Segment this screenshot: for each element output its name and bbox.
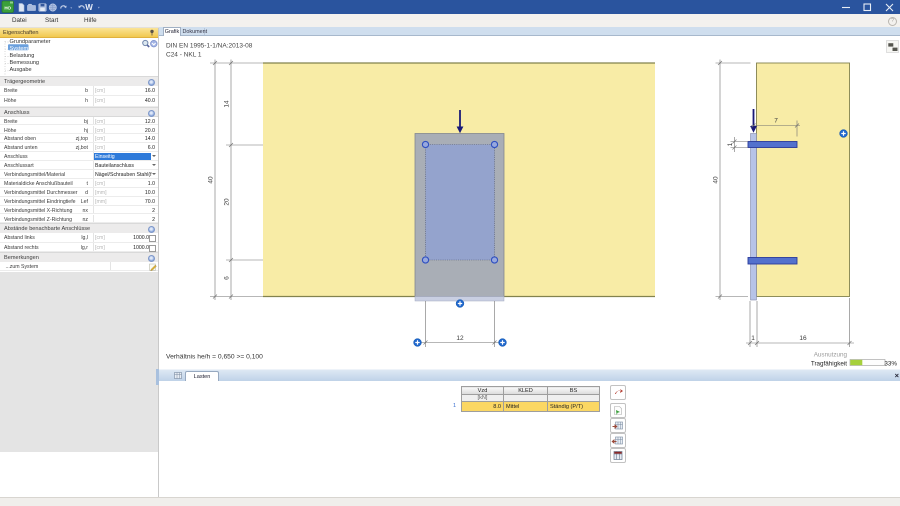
svg-text:HO: HO	[4, 6, 11, 11]
svg-text:14: 14	[224, 100, 231, 108]
svg-text:20: 20	[224, 198, 231, 206]
svg-text:16: 16	[799, 335, 807, 342]
svg-text:Verhältnis he/h = 0,650 >=: Verhältnis he/h = 0,650 >= 0,100	[166, 354, 263, 361]
svg-text:DIN EN 1995-1-1/NA:2013-08: DIN EN 1995-1-1/NA:2013-08	[166, 43, 253, 50]
svg-text:12: 12	[456, 335, 464, 342]
svg-text:7: 7	[774, 118, 778, 125]
svg-text:Tragfähigkeit: Tragfähigkeit	[811, 361, 847, 368]
svg-text:C24 - NKL 1: C24 - NKL 1	[166, 52, 202, 59]
svg-text:40: 40	[208, 176, 215, 184]
svg-text:1: 1	[751, 335, 755, 342]
svg-text:33%: 33%	[884, 361, 897, 368]
svg-text:6: 6	[224, 276, 231, 280]
svg-text:W: W	[85, 3, 93, 12]
svg-text:Ausnutzung: Ausnutzung	[814, 352, 848, 359]
svg-text:40: 40	[713, 176, 720, 184]
svg-text:1: 1	[727, 142, 734, 146]
